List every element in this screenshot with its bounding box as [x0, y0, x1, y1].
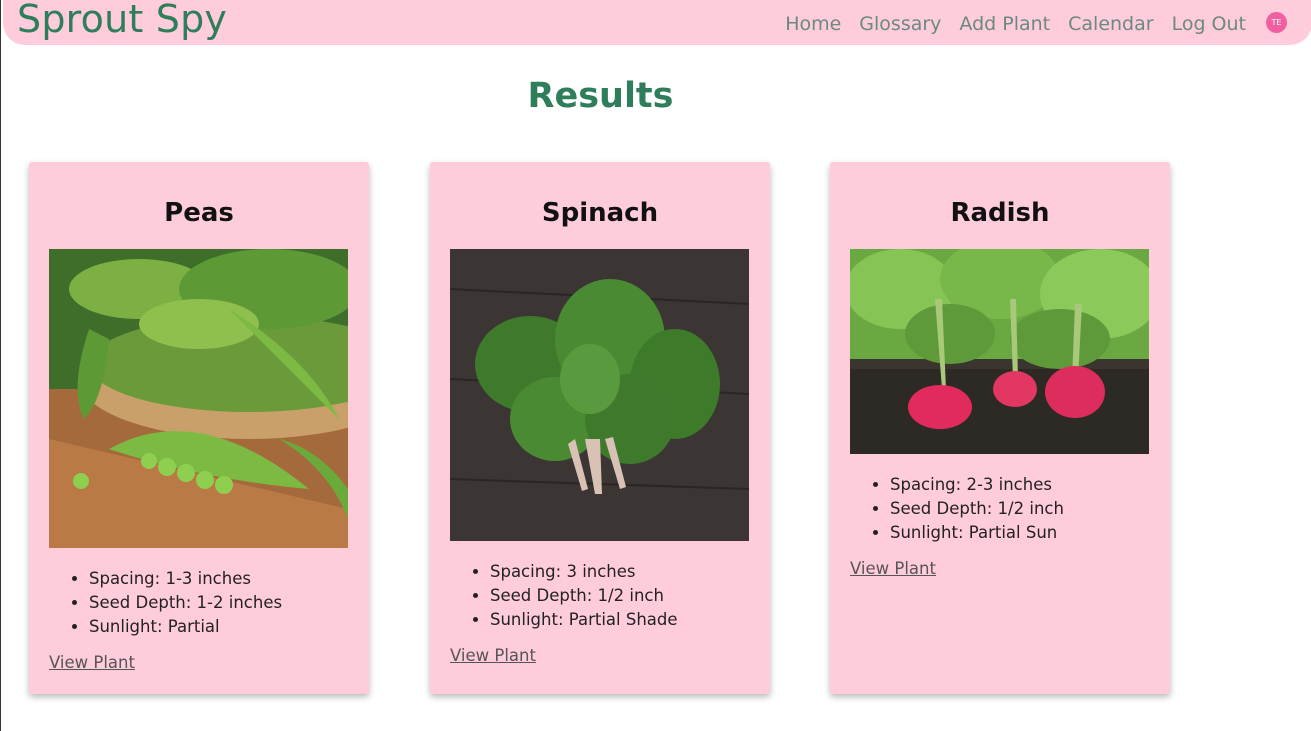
- nav-glossary[interactable]: Glossary: [859, 13, 941, 35]
- nav-links: Home Glossary Add Plant Calendar Log Out: [785, 13, 1246, 35]
- fact-spacing: Spacing: 1-3 inches: [89, 567, 282, 591]
- radish-image: [850, 249, 1149, 454]
- page-title: Results: [527, 76, 674, 116]
- radish-photo: [850, 249, 1149, 454]
- plant-facts: Spacing: 3 inches Seed Depth: 1/2 inch S…: [490, 560, 678, 632]
- fact-seed-depth: Seed Depth: 1/2 inch: [490, 584, 678, 608]
- peas-image: [49, 249, 348, 548]
- view-plant-link[interactable]: View Plant: [450, 646, 536, 665]
- plant-facts: Spacing: 2-3 inches Seed Depth: 1/2 inch…: [890, 473, 1064, 545]
- plant-card-radish: Radish Spacing: 2-3 inches Seed D: [830, 162, 1170, 694]
- card-title: Peas: [164, 198, 234, 228]
- fact-sunlight: Sunlight: Partial Shade: [490, 608, 678, 632]
- nav-calendar[interactable]: Calendar: [1068, 13, 1153, 35]
- navbar: Sprout Spy Home Glossary Add Plant Calen…: [3, 0, 1311, 45]
- plant-card-peas: Peas • Spacing: 1-3 inches • Seed Depth:…: [29, 162, 369, 694]
- nav-log-out[interactable]: Log Out: [1172, 13, 1246, 35]
- card-title: Spinach: [541, 198, 659, 228]
- user-avatar[interactable]: TE: [1266, 12, 1287, 33]
- card-title: Radish: [950, 198, 1050, 228]
- fact-seed-depth: Seed Depth: 1/2 inch: [890, 497, 1064, 521]
- view-plant-link[interactable]: View Plant: [850, 559, 936, 578]
- plant-card-spinach: Spinach Spacing: 3 inches Seed Depth: 1/…: [430, 162, 770, 694]
- fact-seed-depth: Seed Depth: 1-2 inches: [89, 591, 282, 615]
- spinach-photo: [450, 249, 749, 541]
- nav-home[interactable]: Home: [785, 13, 841, 35]
- fact-sunlight: Sunlight: Partial: [89, 615, 282, 639]
- spinach-image: [450, 249, 749, 541]
- page: Sprout Spy Home Glossary Add Plant Calen…: [0, 0, 1311, 731]
- fact-spacing: Spacing: 3 inches: [490, 560, 678, 584]
- fact-sunlight: Sunlight: Partial Sun: [890, 521, 1064, 545]
- view-plant-link[interactable]: View Plant: [49, 653, 135, 672]
- brand-logo[interactable]: Sprout Spy: [17, 0, 227, 41]
- peas-photo: [49, 249, 348, 548]
- fact-spacing: Spacing: 2-3 inches: [890, 473, 1064, 497]
- nav-add-plant[interactable]: Add Plant: [959, 13, 1050, 35]
- plant-facts: Spacing: 1-3 inches Seed Depth: 1-2 inch…: [89, 567, 282, 639]
